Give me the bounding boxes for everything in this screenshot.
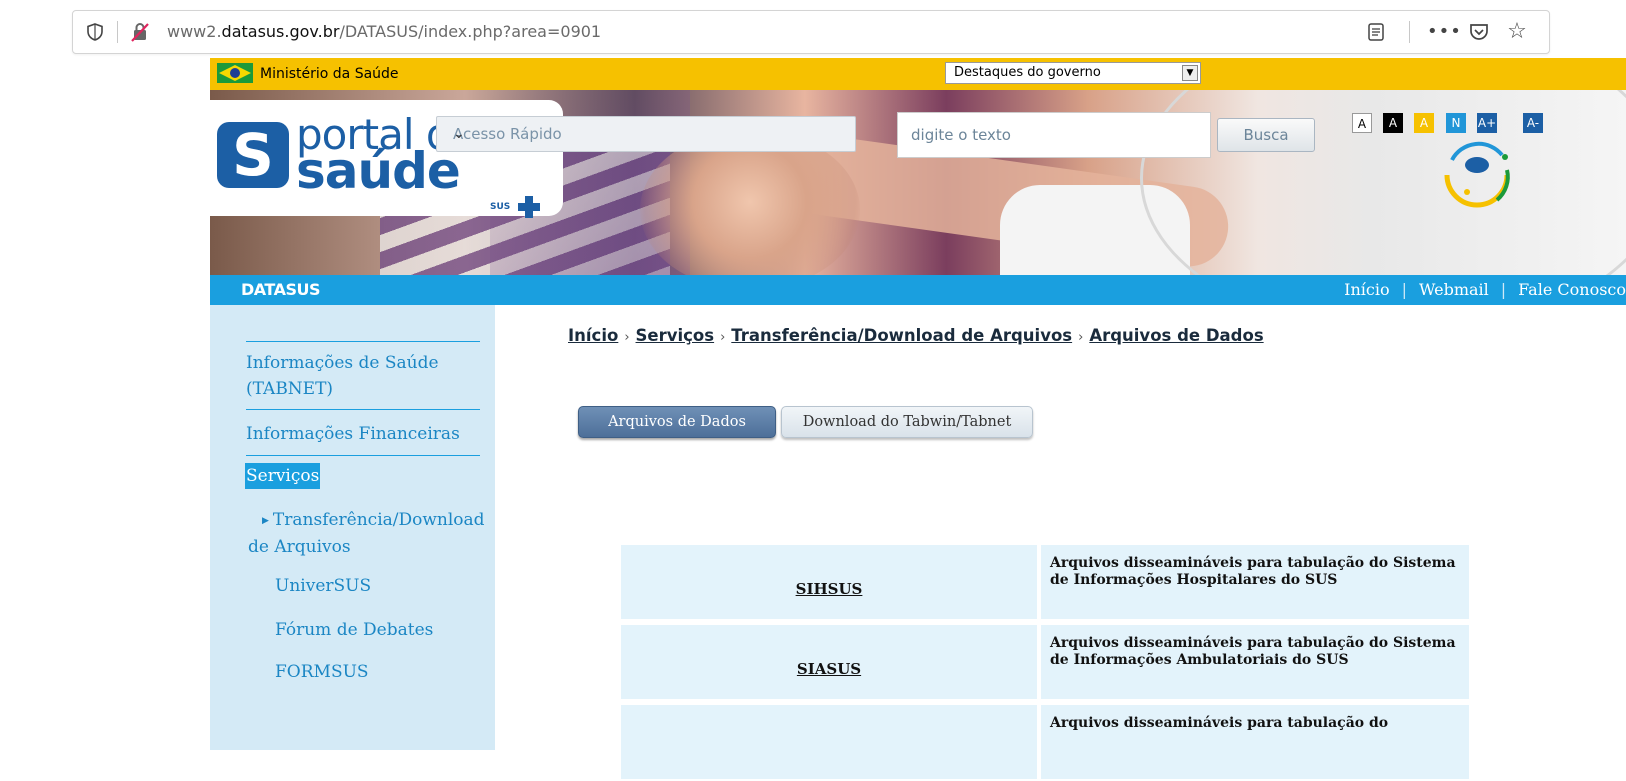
- header-banner: S portal da saúde SUS Acesso Rápido ⌄ di…: [210, 90, 1626, 275]
- breadcrumb: Início › Serviços › Transferência/Download d…: [568, 326, 1264, 345]
- sidebar: Informações de Saúde (TABNET) Informaçõe…: [210, 305, 495, 750]
- table-row: SIHSUS Arquivos disseamináveis para tabu…: [621, 545, 1471, 621]
- breadcrumb-chevron-icon: ›: [720, 330, 726, 345]
- breadcrumb-servicos[interactable]: Serviços: [636, 326, 715, 345]
- breadcrumb-arquivos[interactable]: Arquivos de Dados: [1089, 326, 1263, 345]
- sidebar-subitem-formsus[interactable]: FORMSUS: [275, 659, 369, 685]
- sidebar-subitem-universus[interactable]: UniverSUS: [275, 573, 371, 599]
- table-cell-description: Arquivos disseamináveis para tabulação d…: [1041, 545, 1469, 619]
- chevron-down-icon: ⌄: [453, 126, 465, 142]
- brazil-flag-icon: [217, 63, 253, 83]
- logo-s-icon: S: [217, 122, 289, 188]
- tab-arquivos-de-dados[interactable]: Arquivos de Dados: [578, 406, 776, 438]
- ministry-link[interactable]: Ministério da Saúde: [260, 58, 399, 90]
- bookmark-star-icon[interactable]: ☆: [1505, 11, 1529, 53]
- search-button[interactable]: Busca: [1217, 118, 1315, 152]
- address-bar[interactable]: www2.datasus.gov.br/DATASUS/index.php?ar…: [72, 10, 1550, 54]
- sidebar-item-financeiras[interactable]: Informações Financeiras: [246, 421, 460, 447]
- sidebar-divider: [246, 455, 480, 456]
- sidebar-subitem-transferencia[interactable]: ▶ Transferência/Download de Arquivos: [248, 507, 485, 560]
- select-arrow-icon: ▼: [1182, 65, 1198, 81]
- sidebar-item-tabnet[interactable]: Informações de Saúde (TABNET): [246, 350, 439, 402]
- government-bar: Ministério da Saúde Destaques do governo…: [210, 58, 1626, 90]
- siasus-link[interactable]: SIASUS: [621, 660, 1037, 678]
- breadcrumb-transferencia[interactable]: Transferência/Download de Arquivos: [731, 326, 1072, 345]
- contrast-black-button[interactable]: A: [1383, 113, 1403, 133]
- gov-emblem-icon: [1444, 141, 1510, 208]
- tracking-protection-shield-icon[interactable]: [85, 11, 105, 53]
- table-cell-name: SIHSUS: [621, 545, 1037, 619]
- urlbar-divider-right: [1409, 21, 1410, 43]
- link-webmail[interactable]: Webmail: [1419, 280, 1489, 299]
- link-inicio[interactable]: Início: [1344, 280, 1389, 299]
- pocket-icon[interactable]: [1467, 11, 1491, 53]
- font-decrease-button[interactable]: A-: [1523, 113, 1543, 133]
- sihsus-link[interactable]: SIHSUS: [621, 580, 1037, 598]
- datasus-brand[interactable]: DATASUS: [241, 275, 321, 305]
- table-row: SIASUS Arquivos disseamináveis para tabu…: [621, 625, 1471, 701]
- caret-right-icon: ▶: [262, 515, 269, 526]
- sidebar-item-servicos[interactable]: Serviços: [245, 463, 321, 489]
- sidebar-divider: [246, 409, 480, 410]
- datasus-navbar: DATASUS Início | Webmail | Fale Conosco: [210, 275, 1626, 305]
- breadcrumb-chevron-icon: ›: [1078, 330, 1084, 345]
- sus-cross-icon: [518, 196, 540, 218]
- reader-view-icon[interactable]: [1365, 11, 1387, 53]
- link-fale-conosco[interactable]: Fale Conosco: [1518, 280, 1626, 299]
- quick-access-dropdown[interactable]: Acesso Rápido ⌄: [436, 116, 856, 152]
- urlbar-divider: [117, 21, 118, 43]
- gov-highlights-select[interactable]: Destaques do governo ▼: [945, 62, 1201, 84]
- url-text[interactable]: www2.datasus.gov.br/DATASUS/index.php?ar…: [167, 11, 601, 53]
- contrast-normal-button[interactable]: A: [1352, 113, 1372, 133]
- sidebar-divider: [246, 341, 480, 342]
- breadcrumb-inicio[interactable]: Início: [568, 326, 618, 345]
- top-links: Início | Webmail | Fale Conosco: [1344, 280, 1626, 299]
- search-input[interactable]: digite o texto: [897, 112, 1211, 158]
- table-cell-description: Arquivos disseamináveis para tabulação d…: [1041, 625, 1469, 699]
- table-row: Arquivos disseamináveis para tabulação d…: [621, 705, 1471, 781]
- table-cell-description: Arquivos disseamináveis para tabulação d…: [1041, 705, 1469, 779]
- sidebar-subitem-forum[interactable]: Fórum de Debates: [275, 617, 433, 643]
- table-cell-name: [621, 705, 1037, 779]
- tab-download-tabwin[interactable]: Download do Tabwin/Tabnet: [781, 406, 1033, 438]
- breadcrumb-chevron-icon: ›: [624, 330, 630, 345]
- insecure-lock-icon[interactable]: [129, 11, 151, 53]
- page-actions-more-icon[interactable]: •••: [1427, 11, 1461, 53]
- contrast-yellow-button[interactable]: A: [1414, 113, 1434, 133]
- browser-toolbar: www2.datasus.gov.br/DATASUS/index.php?ar…: [0, 0, 1626, 66]
- logo-sus-text: SUS: [490, 202, 511, 212]
- table-cell-name: SIASUS: [621, 625, 1037, 699]
